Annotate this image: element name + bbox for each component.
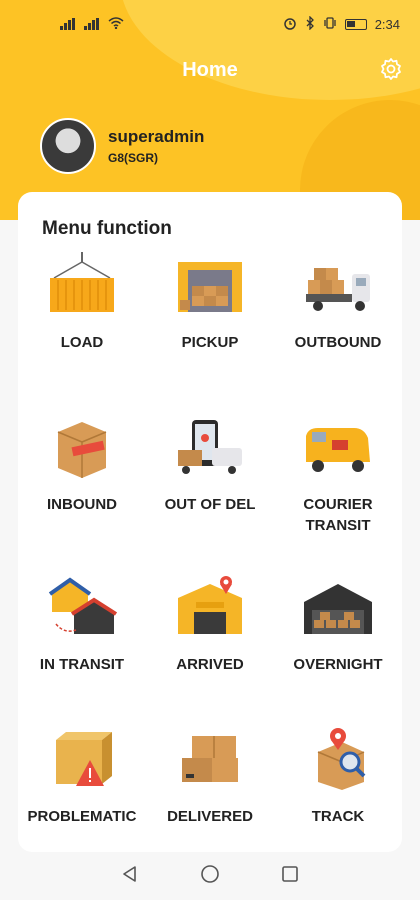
arrival-warehouse-icon xyxy=(174,574,246,640)
signal-icon xyxy=(84,18,102,30)
menu-grid: LOAD PICKUP OUTBOUND INBOUND OUT OF DEL … xyxy=(18,192,402,852)
warning-box-icon xyxy=(46,726,118,792)
menu-item-outbound[interactable]: OUTBOUND xyxy=(274,252,402,353)
menu-item-label: DELIVERED xyxy=(167,808,253,825)
menu-item-label: LOAD xyxy=(60,334,104,351)
menu-card: Menu function LOAD PICKUP OUTBOUND INBOU… xyxy=(18,192,402,852)
avatar xyxy=(40,118,96,174)
storage-shed-icon xyxy=(302,574,374,640)
menu-item-label: OVERNIGHT xyxy=(293,656,383,673)
track-search-icon xyxy=(302,726,374,792)
menu-item-label: INBOUND xyxy=(47,496,117,513)
menu-item-track[interactable]: TRACK xyxy=(274,726,402,827)
menu-item-in-transit[interactable]: IN TRANSIT xyxy=(18,574,146,675)
menu-item-delivered[interactable]: DELIVERED xyxy=(146,726,274,827)
alarm-icon xyxy=(283,16,297,33)
status-right: 2:34 xyxy=(283,14,400,33)
menu-item-label: PROBLEMATIC xyxy=(27,808,137,825)
status-time: 2:34 xyxy=(374,16,400,32)
back-icon[interactable] xyxy=(120,864,140,889)
menu-item-overnight[interactable]: OVERNIGHT xyxy=(274,574,402,675)
menu-item-load[interactable]: LOAD xyxy=(18,252,146,353)
bluetooth-icon xyxy=(305,14,315,33)
user-profile[interactable]: superadmin G8(SGR) xyxy=(40,118,204,174)
truck-icon xyxy=(302,252,374,318)
menu-item-pickup[interactable]: PICKUP xyxy=(146,252,274,353)
menu-item-courier-transit[interactable]: COURIER TRANSIT xyxy=(274,414,402,536)
app-header: Home xyxy=(0,48,420,92)
courier-van-icon xyxy=(302,414,374,480)
system-navbar xyxy=(0,852,420,900)
menu-item-inbound[interactable]: INBOUND xyxy=(18,414,146,515)
signal-icon xyxy=(60,18,78,30)
menu-item-arrived[interactable]: ARRIVED xyxy=(146,574,274,675)
profile-text: superadmin G8(SGR) xyxy=(108,127,204,165)
status-left xyxy=(60,16,124,32)
home-icon[interactable] xyxy=(199,863,221,890)
wifi-icon xyxy=(108,16,124,32)
menu-item-label: ARRIVED xyxy=(176,656,244,673)
menu-item-label: OUTBOUND xyxy=(294,334,382,351)
menu-item-label: TRACK xyxy=(311,808,365,825)
menu-item-label: COURIER TRANSIT xyxy=(303,496,373,534)
menu-item-label: OUT OF DEL xyxy=(164,496,256,513)
transit-buildings-icon xyxy=(46,574,118,640)
delivered-boxes-icon xyxy=(174,726,246,792)
menu-item-out-of-del[interactable]: OUT OF DEL xyxy=(146,414,274,515)
phone-van-icon xyxy=(174,414,246,480)
container-icon xyxy=(46,252,118,318)
branch-code: G8(SGR) xyxy=(108,151,159,165)
warehouse-boxes-icon xyxy=(174,252,246,318)
battery-icon xyxy=(344,18,367,30)
vibrate-icon xyxy=(323,16,337,33)
gear-icon[interactable] xyxy=(376,54,406,84)
page-title: Home xyxy=(182,58,238,81)
recents-icon[interactable] xyxy=(280,864,300,889)
status-bar: 2:34 xyxy=(0,0,420,48)
username: superadmin xyxy=(108,127,205,146)
menu-item-label: IN TRANSIT xyxy=(39,656,125,673)
parcel-icon xyxy=(46,414,118,480)
menu-item-label: PICKUP xyxy=(181,334,239,351)
menu-item-problematic[interactable]: PROBLEMATIC xyxy=(18,726,146,827)
